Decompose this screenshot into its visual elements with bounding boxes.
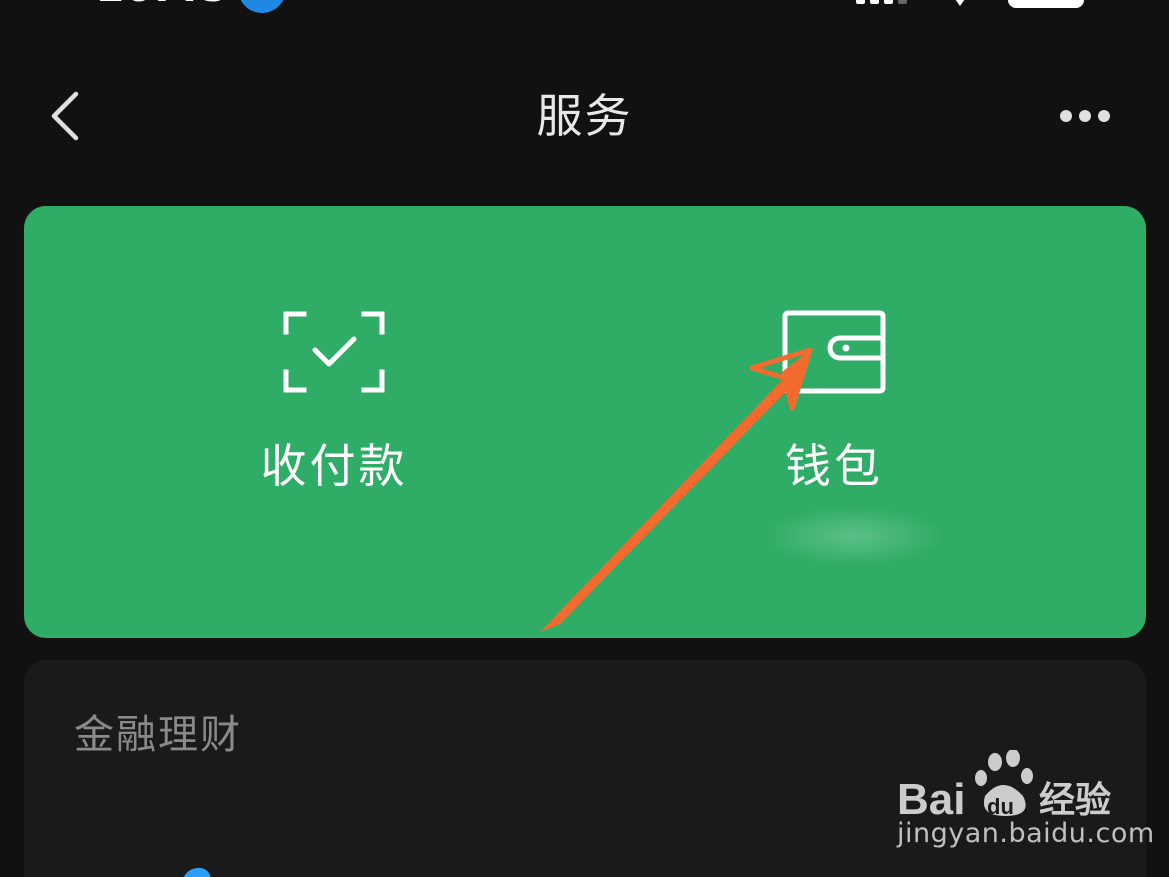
status-time: 10:45: [95, 0, 229, 11]
more-options-button[interactable]: [1052, 100, 1118, 132]
more-dot: [1098, 110, 1110, 122]
battery-icon: [1008, 0, 1084, 8]
receive-pay-label: 收付款: [260, 439, 408, 493]
watermark-url: jingyan.baidu.com: [897, 818, 1155, 849]
more-dots-icon: [1060, 110, 1072, 122]
svg-text:Bai: Bai: [897, 775, 965, 824]
wallet-balance-blurred: [764, 506, 944, 566]
page-title: 服务: [536, 89, 633, 143]
more-dot: [1079, 110, 1091, 122]
status-bar: 10:45: [0, 0, 1169, 14]
wallet-icon: [782, 310, 886, 394]
services-page: 10:45 服务: [0, 0, 1169, 877]
notification-icon: [238, 0, 286, 13]
wallet-label: 钱包: [785, 439, 883, 493]
payment-panel: 收付款 钱包: [24, 206, 1146, 638]
finance-section-title: 金融理财: [74, 712, 242, 758]
receive-pay-button[interactable]: 收付款: [184, 302, 484, 502]
baidu-jingyan-watermark: Bai du 经验 jingyan.baidu.com: [895, 750, 1154, 860]
wallet-button[interactable]: 钱包: [684, 302, 984, 502]
svg-text:经验: 经验: [1039, 780, 1111, 821]
wifi-icon: [955, 0, 965, 6]
finance-app-icon[interactable]: [154, 858, 234, 877]
scan-check-icon: [283, 311, 385, 393]
signal-icon: [856, 0, 916, 4]
svg-text:du: du: [987, 794, 1014, 819]
